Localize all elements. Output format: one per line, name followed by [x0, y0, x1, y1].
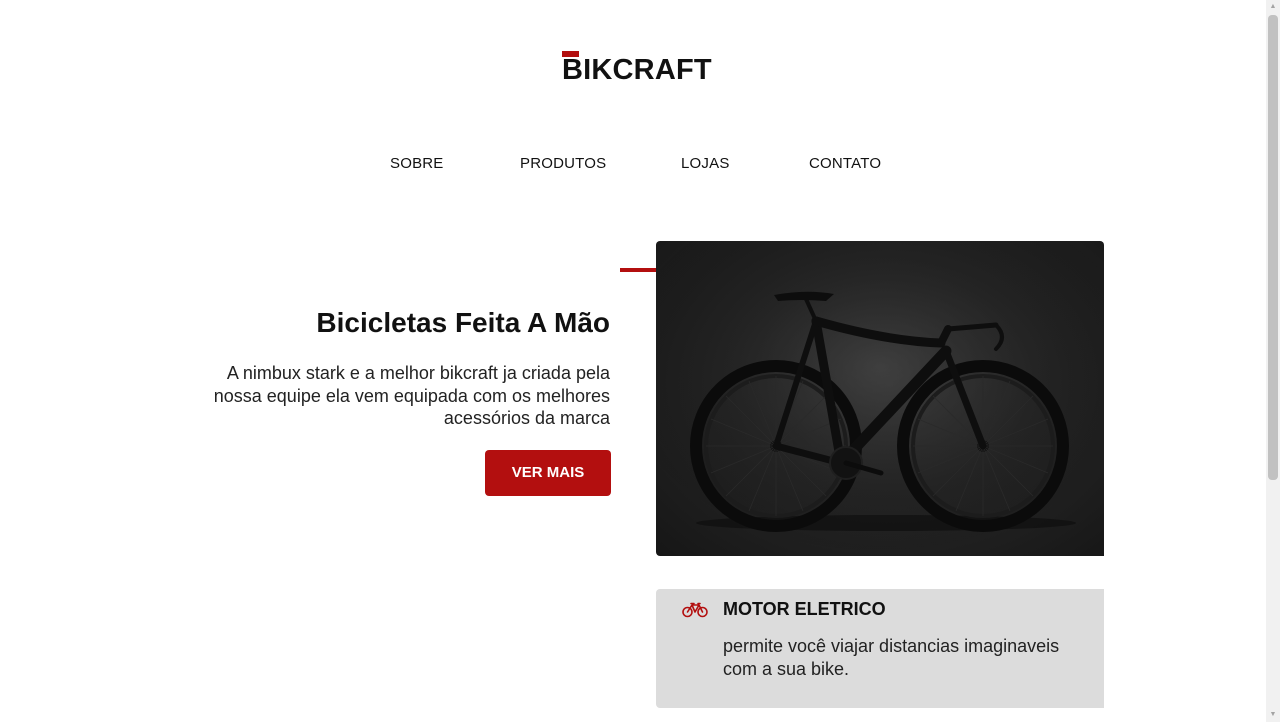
feature-description: permite você viajar distancias imaginave…: [723, 636, 1060, 679]
logo-text: BIKCRAFT: [562, 54, 712, 86]
nav-item-lojas[interactable]: LOJAS: [681, 154, 730, 174]
logo[interactable]: BIKCRAFT: [562, 51, 712, 85]
nav-item-sobre[interactable]: SOBRE: [390, 154, 444, 174]
nav-item-produtos[interactable]: PRODUTOS: [520, 154, 606, 174]
bicycle-illustration: [656, 241, 1104, 556]
page: BIKCRAFT SOBRE PRODUTOS LOJAS CONTATO Bi…: [0, 0, 1280, 722]
scroll-down-icon[interactable]: ▼: [1266, 708, 1280, 722]
scrollbar-thumb[interactable]: [1268, 15, 1278, 480]
vertical-scrollbar[interactable]: ▲ ▼: [1266, 0, 1280, 722]
nav-item-contato[interactable]: CONTATO: [809, 154, 881, 174]
main-nav: SOBRE PRODUTOS LOJAS CONTATO: [0, 154, 1266, 174]
hero-bike-image: [656, 241, 1104, 556]
hero-description: A nimbux stark e a melhor bikcraft ja cr…: [213, 363, 610, 428]
feature-card: MOTOR ELETRICO permite você viajar dista…: [656, 589, 1104, 708]
feature-title: MOTOR ELETRICO: [723, 599, 886, 619]
hero-title: Bicicletas Feita A Mão: [316, 307, 610, 338]
scroll-up-icon[interactable]: ▲: [1266, 0, 1280, 14]
ver-mais-button[interactable]: VER MAIS: [485, 450, 611, 496]
bicycle-icon: [682, 602, 708, 618]
